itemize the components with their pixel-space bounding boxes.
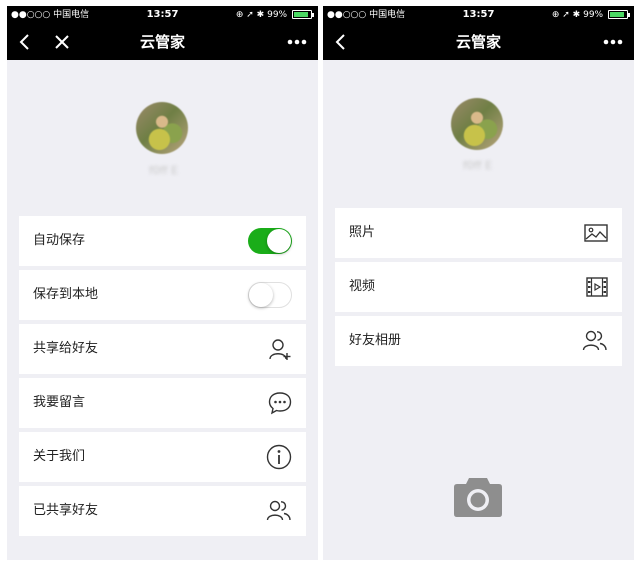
- camera-icon[interactable]: [453, 476, 503, 518]
- page-title: 云管家: [455, 33, 501, 51]
- battery-percent: 99%: [267, 10, 288, 20]
- setting-label: 关于我们: [33, 449, 86, 464]
- setting-label: 我要留言: [33, 395, 86, 410]
- setting-shared-friends[interactable]: 已共享好友: [19, 486, 306, 536]
- battery-icon: [608, 10, 628, 19]
- menu-label: 好友相册: [349, 333, 402, 348]
- menu-label: 视频: [349, 279, 376, 294]
- more-dots-icon[interactable]: [286, 33, 308, 51]
- video-film-icon: [586, 277, 608, 297]
- menu-photos[interactable]: 照片: [335, 208, 622, 258]
- setting-share-friends[interactable]: 共享给好友: [19, 324, 306, 374]
- photo-icon: [584, 224, 608, 242]
- status-bar: ●●○○○ 中国电信 13:57 ⊕ ➚ ✱ 99%: [323, 6, 634, 24]
- friends-icon: [266, 500, 291, 521]
- nav-bar: 云管家: [7, 24, 318, 60]
- chat-bubble-icon: [268, 392, 292, 415]
- battery-percent: 99%: [583, 10, 604, 20]
- add-user-icon: [269, 339, 291, 360]
- left-phone-screen: ●●○○○ 中国电信 13:57 ⊕ ➚ ✱ 99% 云管家 f0ff E 自动…: [7, 6, 318, 560]
- avatar[interactable]: [451, 98, 503, 150]
- info-icon: [266, 444, 292, 470]
- more-dots-icon[interactable]: [602, 33, 624, 51]
- status-right: ⊕ ➚ ✱ 99%: [552, 6, 630, 24]
- username: f0ff E: [463, 159, 492, 172]
- right-phone-screen: ●●○○○ 中国电信 13:57 ⊕ ➚ ✱ 99% 云管家 f0ff E 照片…: [323, 6, 634, 560]
- save-local-toggle[interactable]: [248, 282, 292, 308]
- status-right: ⊕ ➚ ✱ 99%: [236, 6, 314, 24]
- menu-label: 照片: [349, 225, 376, 240]
- setting-auto-save[interactable]: 自动保存: [19, 216, 306, 266]
- status-indicators: ⊕ ➚ ✱: [551, 10, 581, 20]
- nav-bar: 云管家: [323, 24, 634, 60]
- setting-label: 保存到本地: [33, 287, 99, 302]
- battery-icon: [292, 10, 312, 19]
- setting-leave-message[interactable]: 我要留言: [19, 378, 306, 428]
- avatar[interactable]: [136, 102, 188, 154]
- page-title: 云管家: [139, 33, 185, 51]
- status-bar: ●●○○○ 中国电信 13:57 ⊕ ➚ ✱ 99%: [7, 6, 318, 24]
- status-indicators: ⊕ ➚ ✱: [235, 10, 265, 20]
- setting-label: 共享给好友: [33, 341, 99, 356]
- setting-label: 自动保存: [33, 233, 86, 248]
- setting-label: 已共享好友: [33, 503, 99, 518]
- friends-icon: [582, 330, 607, 351]
- menu-videos[interactable]: 视频: [335, 262, 622, 312]
- setting-save-local[interactable]: 保存到本地: [19, 270, 306, 320]
- setting-about-us[interactable]: 关于我们: [19, 432, 306, 482]
- username: f0ff E: [149, 164, 178, 177]
- auto-save-toggle[interactable]: [248, 228, 292, 254]
- menu-friends-album[interactable]: 好友相册: [335, 316, 622, 366]
